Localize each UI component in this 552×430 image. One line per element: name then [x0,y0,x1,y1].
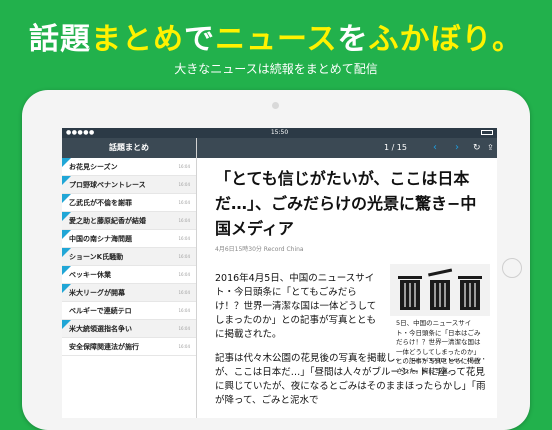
list-item-label: 中国の南シナ海問題 [69,235,132,243]
headline-part-1: 話題 [29,22,92,57]
list-item-label: お花見シーズン [69,163,118,171]
promo-subline: 大きなニュースは続報をまとめて配信 [174,62,378,76]
list-item[interactable]: 愛之助と藤原紀香が結婚 16:04 [62,212,196,230]
article-toolbar: 1 / 15 ‹ › ↻ ⇪ [197,138,497,158]
new-ribbon [62,212,71,221]
article-body: 5日、中国のニュースサイト・今日頭条に「日本はごみだらけ！？世界一清潔な国は一体… [215,264,490,408]
list-item[interactable]: 中国の南シナ海問題 16:04 [62,230,196,248]
list-item-date: 16:04 [178,182,190,187]
list-item-label: プロ野球ペナントレース [69,181,146,189]
article-meta: 4月6日15時30分 Record China [215,246,304,253]
list-item-label: 安全保障関連法が施行 [69,343,139,351]
headline-part-5: を [337,22,369,57]
list-item-label: ベルギーで連続テロ [69,307,132,315]
new-ribbon [62,266,71,275]
topic-sidebar: 話題まとめ お花見シーズン 16:04 プロ野球ペナントレース 16:04 乙武氏が… [62,138,197,418]
new-ribbon [62,194,71,203]
list-item-date: 16:04 [178,308,190,313]
home-button[interactable] [502,258,522,278]
list-item[interactable]: プロ野球ペナントレース 16:04 [62,176,196,194]
list-item-date: 16:04 [178,290,190,295]
list-item-date: 16:04 [178,164,190,169]
list-item[interactable]: ベッキー休業 16:04 [62,266,196,284]
list-item-label: 乙武氏が不倫を謝罪 [69,199,132,207]
list-item[interactable]: 米大統領選指名争い 16:04 [62,320,196,338]
promo-headline: 話題まとめでニュースをふかぼり。 [0,22,552,58]
camera-dot [272,102,279,109]
article-paragraph-1: 2016年4月5日、中国のニュースサイト・今日頭条に「とてもごみだらけ！？世界一… [215,273,377,340]
trash-can-icon [390,264,490,316]
list-item-label: ベッキー休業 [69,271,111,279]
list-item[interactable]: ショーンK氏騒動 16:04 [62,248,196,266]
list-item[interactable]: 安全保障関連法が施行 16:04 [62,338,196,356]
article-content: 「とても信じがたいが、ここは日本だ…」、ごみだらけの光景に驚き−中国メディア 4… [215,166,490,418]
list-item-label: 米大統領選指名争い [69,325,132,333]
new-ribbon [62,320,71,329]
share-icon[interactable]: ⇪ [487,138,494,158]
article-title: 「とても信じがたいが、ここは日本だ…」、ごみだらけの光景に驚き−中国メディア [215,169,477,238]
new-ribbon [62,284,71,293]
topic-list: お花見シーズン 16:04 プロ野球ペナントレース 16:04 乙武氏が不倫を謝罪 1… [62,158,196,356]
chevron-left-icon[interactable]: ‹ [433,138,437,158]
list-item-date: 16:04 [178,236,190,241]
list-item-date: 16:04 [178,272,190,277]
article-figure[interactable]: 5日、中国のニュースサイト・今日頭条に「日本はごみだらけ！？世界一清潔な国は一体… [390,264,490,375]
list-item-date: 16:04 [178,218,190,223]
refresh-icon[interactable]: ↻ [473,138,481,158]
headline-part-3: で [184,22,216,57]
list-item[interactable]: 米大リーグが開幕 16:04 [62,284,196,302]
sidebar-title: 話題まとめ [62,138,196,158]
list-item-date: 16:04 [178,344,190,349]
headline-part-4: ニュース [215,22,338,57]
figure-caption: 5日、中国のニュースサイト・今日頭条に「日本はごみだらけ！？世界一清潔な国は一体… [396,319,481,375]
list-item[interactable]: お花見シーズン 16:04 [62,158,196,176]
list-item[interactable]: ベルギーで連続テロ 16:04 [62,302,196,320]
headline-part-2: まとめ [91,22,185,57]
list-item-date: 16:04 [178,326,190,331]
new-ribbon [62,158,71,167]
app-screen: ●●●●● 15:50 話題まとめ お花見シーズン 16:04 プロ野球ペナントレ… [62,128,497,418]
list-item-label: ショーンK氏騒動 [69,253,124,261]
new-ribbon [62,230,71,239]
battery-icon [481,130,493,135]
list-item-label: 愛之助と藤原紀香が結婚 [69,217,146,225]
list-item-date: 16:04 [178,254,190,259]
status-bar: ●●●●● 15:50 [62,128,497,138]
new-ribbon [62,248,71,257]
list-item[interactable]: 乙武氏が不倫を謝罪 16:04 [62,194,196,212]
headline-part-6: ふかぼり。 [368,22,523,57]
ipad-frame: ●●●●● 15:50 話題まとめ お花見シーズン 16:04 プロ野球ペナントレ… [22,90,530,430]
list-item-date: 16:04 [178,200,190,205]
new-ribbon [62,176,71,185]
chevron-right-icon[interactable]: › [455,138,459,158]
list-item-label: 米大リーグが開幕 [69,289,125,297]
status-time: 15:50 [270,129,289,136]
page-counter: 1 / 15 [383,143,407,152]
